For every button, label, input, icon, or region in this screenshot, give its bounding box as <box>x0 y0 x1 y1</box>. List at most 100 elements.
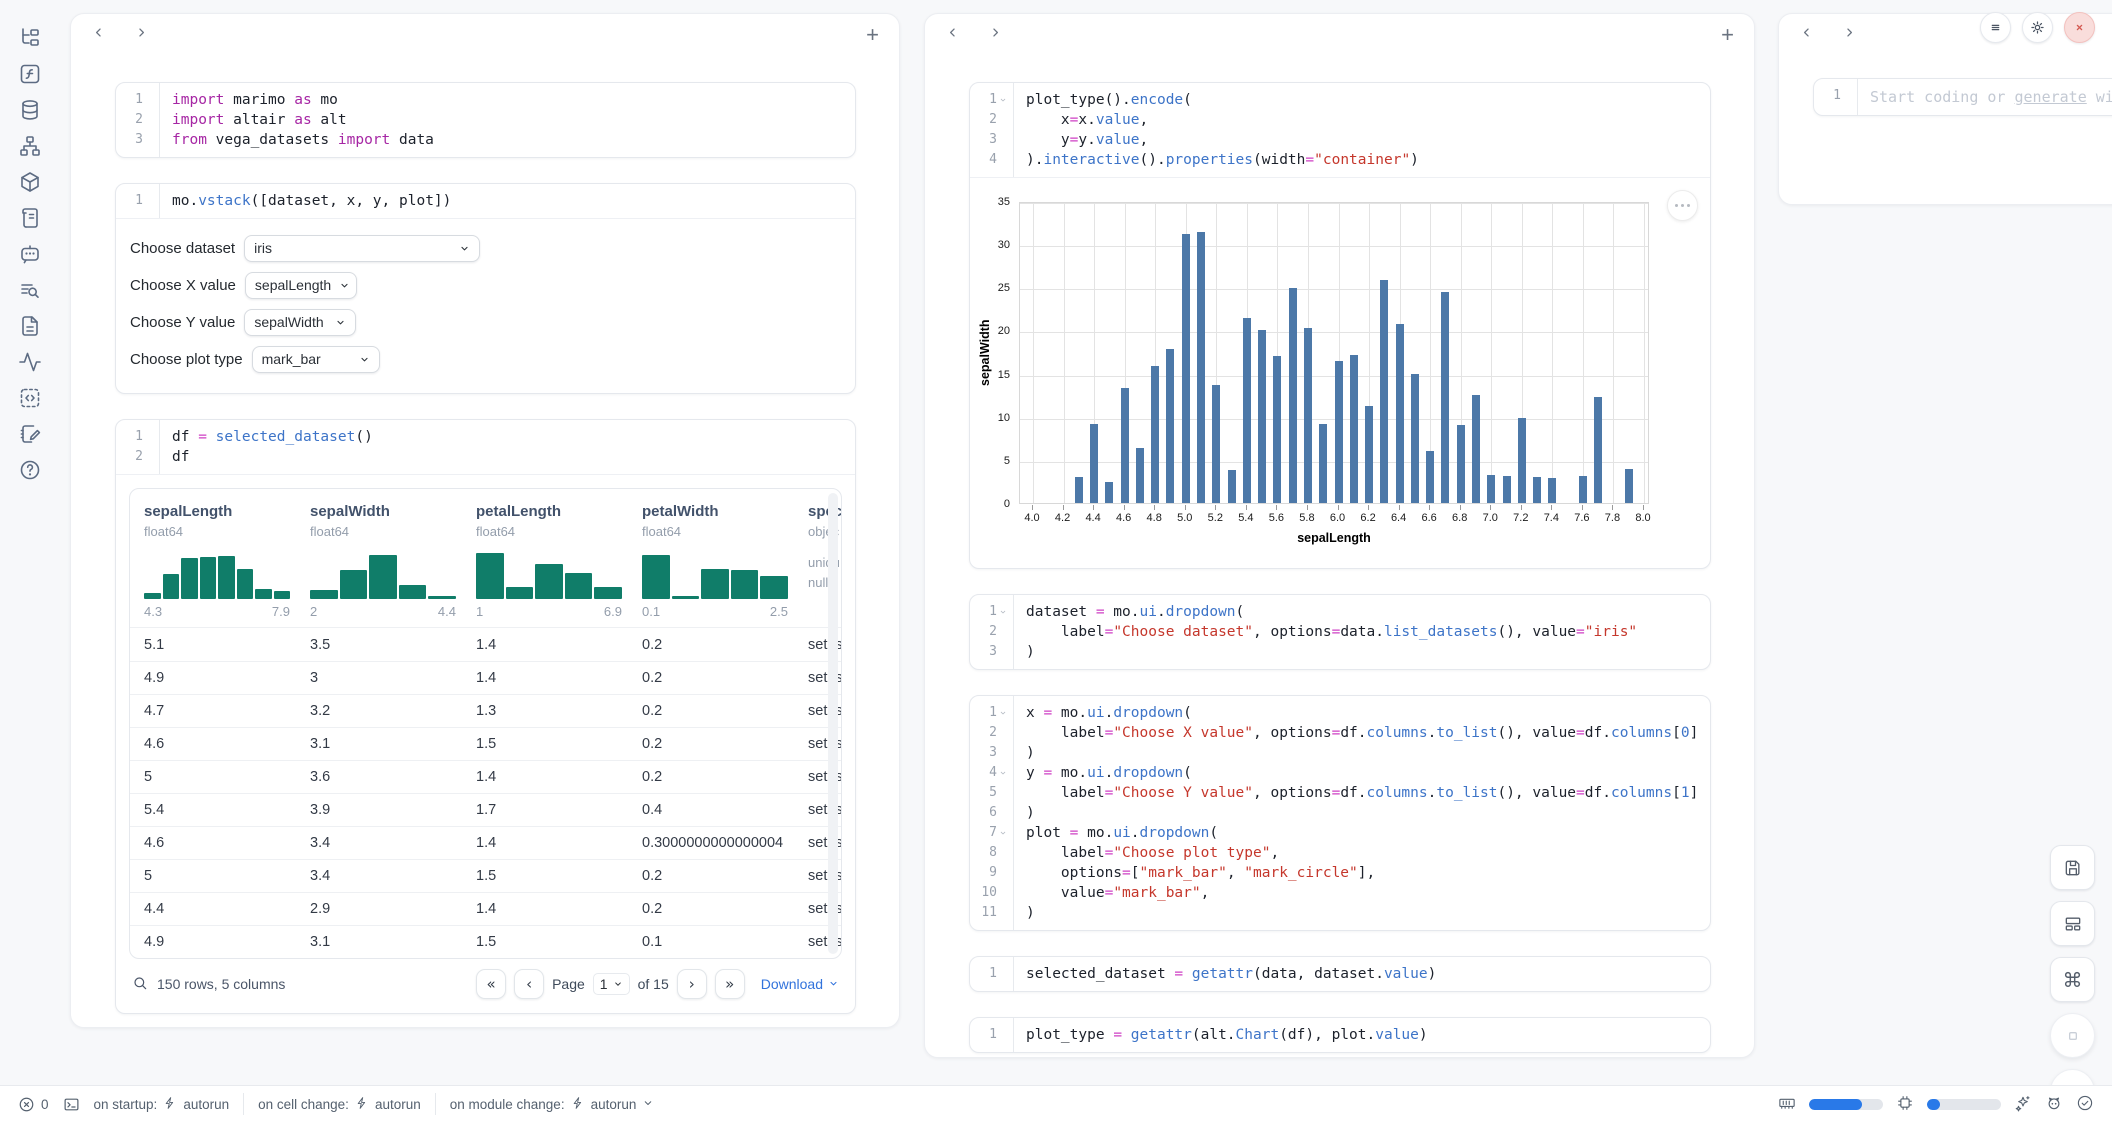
sidebar-scroll-icon[interactable] <box>18 206 42 230</box>
add-cell-button[interactable]: + <box>1721 24 1734 46</box>
table-row[interactable]: 5.43.91.70.4setos <box>130 793 841 826</box>
runtime-setting[interactable]: on startup:autorun <box>94 1096 230 1113</box>
menu-button[interactable] <box>1980 12 2011 43</box>
terminal-button[interactable] <box>63 1096 80 1113</box>
code-editor[interactable]: mo.vstack([dataset, x, y, plot]) <box>160 184 855 218</box>
table-column-header: sepalLengthfloat644.37.9 <box>144 503 310 619</box>
dropdown-select[interactable]: iris <box>244 235 480 262</box>
runtime-label: on cell change: <box>258 1097 349 1112</box>
page-select[interactable]: 1 <box>593 973 630 995</box>
runtime-setting[interactable]: on cell change:autorun <box>258 1096 421 1113</box>
panel-prev-button[interactable] <box>1799 25 1814 45</box>
sidebar-package-icon[interactable] <box>18 170 42 194</box>
last-page-button[interactable]: » <box>715 969 745 999</box>
table-row[interactable]: 4.42.91.40.2setos <box>130 892 841 925</box>
next-page-button[interactable]: › <box>677 969 707 999</box>
sidebar-database-icon[interactable] <box>18 98 42 122</box>
fold-toggle[interactable] <box>997 769 1008 777</box>
table-column-header: sepalWidthfloat6424.4 <box>310 503 476 619</box>
panel-next-button[interactable] <box>1842 25 1857 45</box>
search-icon[interactable] <box>132 975 148 994</box>
command-palette-button[interactable]: ⌘ <box>2050 957 2095 1002</box>
fold-toggle[interactable] <box>997 709 1008 717</box>
ai-sparkles-button[interactable] <box>2014 1094 2032 1115</box>
add-cell-button[interactable]: + <box>866 24 879 46</box>
code-editor[interactable]: df = selected_dataset()df <box>160 420 855 474</box>
control-label: Choose Y value <box>130 314 235 331</box>
fold-toggle[interactable] <box>997 608 1008 616</box>
save-button[interactable] <box>2050 845 2095 890</box>
error-indicator[interactable]: 0 <box>18 1096 49 1113</box>
sidebar-function-square-icon[interactable] <box>18 62 42 86</box>
chart-bar <box>1090 424 1098 503</box>
sidebar-activity-icon[interactable] <box>18 350 42 374</box>
sidebar-notebook-pen-icon[interactable] <box>18 422 42 446</box>
code-editor[interactable]: dataset = mo.ui.dropdown( label="Choose … <box>1014 595 1710 669</box>
x-tick-label: 6.6 <box>1412 512 1446 524</box>
empty-code-editor[interactable]: Start coding or generate with <box>1858 79 2112 115</box>
column-header: + <box>925 14 1754 56</box>
prev-page-button[interactable]: ‹ <box>514 969 544 999</box>
chart-menu-button[interactable] <box>1667 190 1698 221</box>
stop-button[interactable] <box>2050 1013 2095 1058</box>
panel-next-button[interactable] <box>134 25 149 45</box>
table-cell: 0.2 <box>642 637 808 653</box>
close-button[interactable] <box>2064 12 2095 43</box>
table-row[interactable]: 4.73.21.30.2setos <box>130 694 841 727</box>
x-tick-label: 6.4 <box>1382 512 1416 524</box>
sidebar-bot-icon[interactable] <box>18 242 42 266</box>
download-button[interactable]: Download <box>761 976 839 992</box>
sidebar-file-text-icon[interactable] <box>18 314 42 338</box>
table-cell: 3.4 <box>310 835 476 851</box>
sidebar-search-list-icon[interactable] <box>18 278 42 302</box>
code-editor[interactable]: import marimo as moimport altair as altf… <box>160 83 855 157</box>
table-cell: 4.6 <box>144 736 310 752</box>
chart-bar <box>1319 424 1327 503</box>
code-line: df = selected_dataset() <box>172 427 845 447</box>
code-editor[interactable]: plot_type = getattr(alt.Chart(df), plot.… <box>1014 1018 1710 1052</box>
dropdown-select[interactable]: sepalWidth <box>244 309 356 336</box>
sidebar-sitemap-icon[interactable] <box>18 134 42 158</box>
panel-prev-button[interactable] <box>945 25 960 45</box>
code-editor[interactable]: x = mo.ui.dropdown( label="Choose X valu… <box>1014 696 1710 930</box>
line-number-gutter: 1234567891011 <box>970 696 1014 930</box>
table-row[interactable]: 53.61.40.2setos <box>130 760 841 793</box>
table-scrollbar[interactable] <box>828 493 838 954</box>
table-cell: 4.9 <box>144 934 310 950</box>
line-number-gutter: 123 <box>970 595 1014 669</box>
table-row[interactable]: 4.63.41.40.3000000000000004setos <box>130 826 841 859</box>
bolt-icon <box>163 1096 177 1113</box>
runtime-setting[interactable]: on module change:autorun <box>450 1096 655 1113</box>
connection-status-icon[interactable] <box>2076 1094 2094 1115</box>
generate-link[interactable]: generate <box>2015 88 2087 106</box>
sidebar-help-circle-icon[interactable] <box>18 458 42 482</box>
code-line: y=y.value, <box>1026 130 1700 150</box>
sidebar-file-tree-icon[interactable] <box>18 26 42 50</box>
first-page-button[interactable]: « <box>476 969 506 999</box>
fold-toggle[interactable] <box>997 829 1008 837</box>
notebook-cell: 1mo.vstack([dataset, x, y, plot])Choose … <box>115 183 856 394</box>
code-editor[interactable]: selected_dataset = getattr(data, dataset… <box>1014 957 1710 991</box>
axis-tick <box>1063 505 1064 510</box>
fold-toggle[interactable] <box>997 96 1008 104</box>
gridline <box>1020 203 1648 204</box>
code-line: x=x.value, <box>1026 110 1700 130</box>
panel-next-button[interactable] <box>988 25 1003 45</box>
table-row[interactable]: 53.41.50.2setos <box>130 859 841 892</box>
chevron-down-icon <box>828 976 839 992</box>
dropdown-select[interactable]: mark_bar <box>252 346 380 373</box>
settings-button[interactable] <box>2022 12 2053 43</box>
histogram-bar <box>340 570 368 599</box>
chart-plot-area[interactable] <box>1019 202 1649 504</box>
table-cell: 3.2 <box>310 703 476 719</box>
layout-button[interactable] <box>2050 901 2095 946</box>
table-row[interactable]: 4.931.40.2setos <box>130 661 841 694</box>
table-row[interactable]: 4.63.11.50.2setos <box>130 727 841 760</box>
code-editor[interactable]: plot_type().encode( x=x.value, y=y.value… <box>1014 83 1710 177</box>
sidebar-code-snippet-icon[interactable] <box>18 386 42 410</box>
table-row[interactable]: 5.13.51.40.2setos <box>130 628 841 661</box>
table-row[interactable]: 4.93.11.50.1setos <box>130 925 841 958</box>
dropdown-select[interactable]: sepalLength <box>245 272 357 299</box>
copilot-button[interactable] <box>2045 1094 2063 1115</box>
panel-prev-button[interactable] <box>91 25 106 45</box>
